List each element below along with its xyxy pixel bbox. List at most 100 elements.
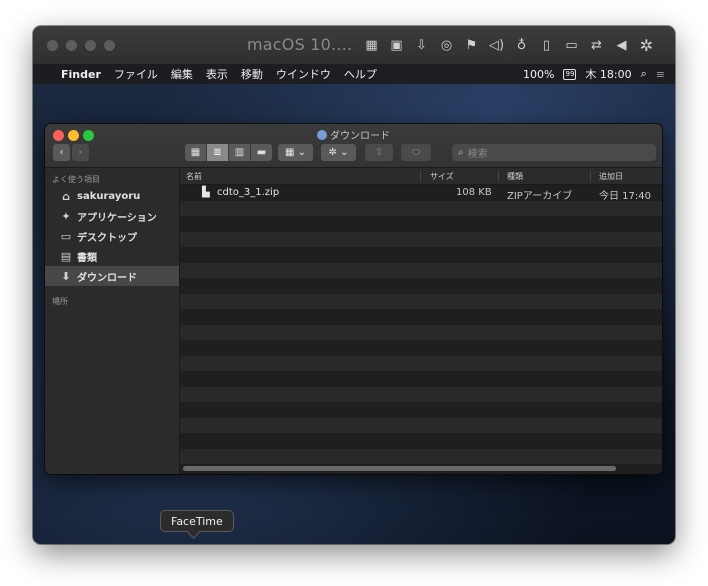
column-header-name[interactable]: 名前	[186, 171, 202, 182]
vm-zoom-button[interactable]	[85, 40, 96, 51]
document-icon: ▙	[202, 187, 210, 198]
menu-go[interactable]: 移動	[241, 66, 263, 82]
downloads-icon: ⬇	[61, 269, 71, 283]
menu-app-name[interactable]: Finder	[61, 68, 101, 81]
battery-percent[interactable]: 100%	[523, 68, 554, 81]
keyboard-icon[interactable]: ▦	[361, 34, 382, 56]
empty-row	[180, 386, 662, 402]
cpu-icon[interactable]: ▣	[386, 34, 407, 56]
downloads-folder-icon	[317, 130, 327, 140]
battery-icon[interactable]: 99	[563, 68, 577, 80]
chevron-left-icon: ‹	[59, 147, 64, 158]
empty-row	[180, 340, 662, 356]
speaker-icon[interactable]: ◁)	[486, 34, 507, 56]
phone-icon[interactable]: ▯	[536, 34, 557, 56]
menu-extras: 100% 99 木 18:00 ⌕ ≡	[523, 64, 665, 84]
horizontal-scrollbar[interactable]	[183, 466, 616, 471]
empty-row	[180, 309, 662, 325]
column-header-kind[interactable]: 種類	[507, 171, 523, 182]
network-icon[interactable]: ⚑	[461, 34, 482, 56]
tags-button[interactable]: ⬭	[401, 144, 431, 161]
search-placeholder: 検索	[467, 149, 488, 160]
notification-center-icon[interactable]: ≡	[656, 68, 665, 81]
gallery-view-button[interactable]: ▬	[251, 144, 272, 161]
spotlight-icon[interactable]: ⌕	[641, 67, 647, 81]
desktop: Finder ファイル 編集 表示 移動 ウインドウ ヘルプ 100% 99 木…	[33, 64, 675, 544]
menu-view[interactable]: 表示	[206, 66, 228, 82]
finder-window: ダウンロード ‹ › ▦ ≣ ▥ ▬ ▦ ⌄ ✲ ⌄ ⇪ ⬭ ⌕ 検索 よく使う…	[45, 124, 662, 474]
share-icon: ⇪	[374, 147, 384, 158]
sidebar-item-downloads[interactable]: ⬇ ダウンロード	[45, 266, 179, 286]
sidebar-item-label: sakurayoru	[77, 190, 141, 202]
empty-row	[180, 231, 662, 247]
menu-clock[interactable]: 木 18:00	[585, 66, 631, 82]
desktop-icon: ▭	[60, 229, 72, 243]
empty-row	[180, 216, 662, 232]
column-divider[interactable]	[590, 170, 591, 182]
camera-icon[interactable]: ▭	[561, 34, 582, 56]
empty-row	[180, 293, 662, 309]
empty-row	[180, 324, 662, 340]
empty-row	[180, 402, 662, 418]
column-view-button[interactable]: ▥	[229, 144, 251, 161]
empty-row	[180, 200, 662, 216]
tag-icon: ⬭	[411, 147, 421, 158]
menu-help[interactable]: ヘルプ	[344, 66, 377, 82]
disc-icon[interactable]: ◎	[436, 34, 457, 56]
sidebar-item-applications[interactable]: ✦ アプリケーション	[45, 206, 179, 226]
empty-row	[180, 417, 662, 433]
vm-toolbar: ▦ ▣ ⇩ ◎ ⚑ ◁) ♁ ▯ ▭ ⇄ ◀ ✲	[361, 34, 657, 56]
view-mode-control: ▦ ≣ ▥ ▬	[185, 144, 272, 161]
grid-icon: ▦ ⌄	[284, 147, 306, 158]
share-icon[interactable]: ⇄	[586, 34, 607, 56]
forward-button[interactable]: ›	[72, 144, 89, 161]
group-by-button[interactable]: ▦ ⌄	[278, 144, 313, 161]
file-name: cdto_3_1.zip	[217, 187, 280, 198]
sidebar-item-label: ダウンロード	[77, 272, 137, 284]
usb-icon[interactable]: ⇩	[411, 34, 432, 56]
column-divider[interactable]	[498, 170, 499, 182]
gear-icon[interactable]: ✲	[636, 34, 657, 56]
column-header-date-added[interactable]: 追加日	[599, 171, 623, 182]
empty-row	[180, 278, 662, 294]
menu-file[interactable]: ファイル	[114, 66, 158, 82]
finder-toolbar: ダウンロード ‹ › ▦ ≣ ▥ ▬ ▦ ⌄ ✲ ⌄ ⇪ ⬭ ⌕ 検索	[45, 124, 662, 168]
vm-fullscreen-button[interactable]	[104, 40, 115, 51]
share-button[interactable]: ⇪	[365, 144, 393, 161]
menu-edit[interactable]: 編集	[171, 66, 193, 82]
vm-minimize-button[interactable]	[66, 40, 77, 51]
column-divider[interactable]	[420, 170, 421, 182]
vm-titlebar: macOS 10.… ▦ ▣ ⇩ ◎ ⚑ ◁) ♁ ▯ ▭ ⇄ ◀ ✲	[33, 26, 675, 65]
gear-icon: ✲ ⌄	[328, 147, 349, 158]
sidebar-heading-favorites: よく使う項目	[52, 175, 100, 184]
action-button[interactable]: ✲ ⌄	[321, 144, 356, 161]
empty-row	[180, 262, 662, 278]
empty-row	[180, 433, 662, 449]
menu-bar: Finder ファイル 編集 表示 移動 ウインドウ ヘルプ 100% 99 木…	[33, 64, 675, 84]
window-title-text: ダウンロード	[330, 131, 390, 142]
dock-tooltip: FaceTime	[160, 510, 234, 532]
file-list: 名前 サイズ 種類 追加日 ▙ cdto_3_1.zip 108 KB ZIPア…	[180, 168, 662, 474]
window-title: ダウンロード	[45, 127, 662, 142]
vm-title: macOS 10.…	[247, 35, 353, 54]
menu-window[interactable]: ウインドウ	[276, 66, 331, 82]
search-icon: ⌕	[458, 147, 464, 158]
column-header-size[interactable]: サイズ	[430, 171, 454, 182]
sidebar-item-documents[interactable]: ▤ 書類	[45, 246, 179, 266]
microphone-icon[interactable]: ♁	[511, 34, 532, 56]
sidebar-item-label: 書類	[77, 252, 97, 264]
home-icon: ⌂	[62, 189, 70, 203]
file-row[interactable]: ▙ cdto_3_1.zip 108 KB ZIPアーカイブ 今日 17:40	[180, 185, 662, 202]
back-button[interactable]: ‹	[53, 144, 70, 161]
sidebar-heading-locations: 場所	[52, 297, 68, 306]
icon-view-button[interactable]: ▦	[185, 144, 207, 161]
list-rows: ▙ cdto_3_1.zip 108 KB ZIPアーカイブ 今日 17:40	[180, 185, 662, 464]
sidebar-item-home[interactable]: ⌂ sakurayoru	[45, 186, 179, 206]
back-icon[interactable]: ◀	[611, 34, 632, 56]
empty-row	[180, 247, 662, 263]
sidebar-item-desktop[interactable]: ▭ デスクトップ	[45, 226, 179, 246]
vm-close-button[interactable]	[47, 40, 58, 51]
list-view-button[interactable]: ≣	[207, 144, 229, 161]
list-header: 名前 サイズ 種類 追加日	[180, 168, 662, 185]
search-field[interactable]: ⌕ 検索	[452, 144, 656, 161]
